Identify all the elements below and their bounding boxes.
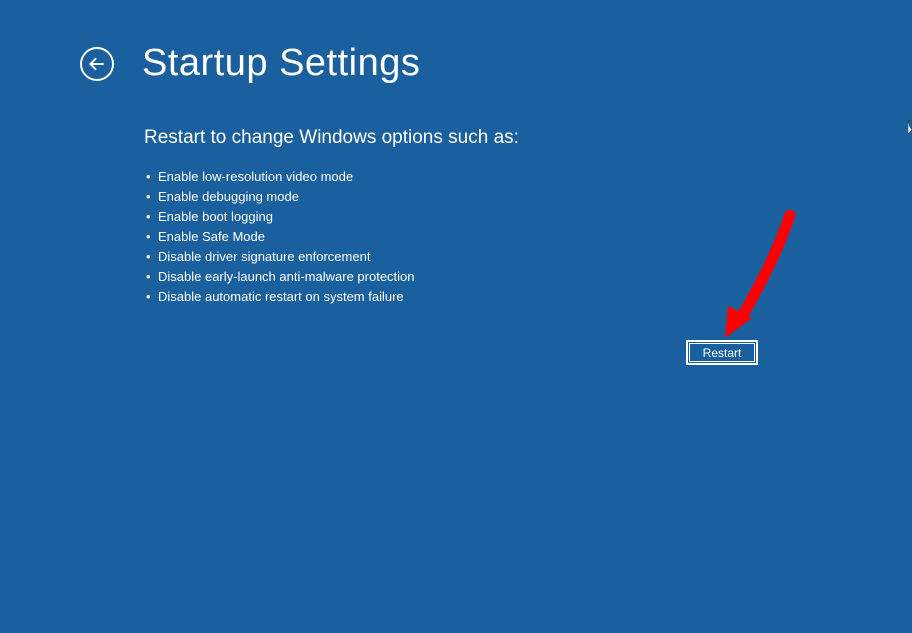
list-item: Enable Safe Mode: [158, 227, 912, 247]
cursor-icon: [908, 120, 912, 134]
restart-button[interactable]: Restart: [686, 340, 758, 365]
arrow-left-icon: [87, 54, 107, 74]
content-area: Restart to change Windows options such a…: [0, 85, 912, 307]
list-item: Enable debugging mode: [158, 187, 912, 207]
list-item: Enable low-resolution video mode: [158, 167, 912, 187]
list-item: Disable driver signature enforcement: [158, 247, 912, 267]
page-header: Startup Settings: [0, 0, 912, 85]
list-item: Enable boot logging: [158, 207, 912, 227]
restart-button-label: Restart: [703, 346, 742, 360]
back-button[interactable]: [80, 47, 114, 81]
page-title: Startup Settings: [142, 42, 420, 85]
list-item: Disable early-launch anti-malware protec…: [158, 267, 912, 287]
list-item: Disable automatic restart on system fail…: [158, 287, 912, 307]
subtitle: Restart to change Windows options such a…: [144, 127, 912, 149]
options-list: Enable low-resolution video mode Enable …: [144, 167, 912, 307]
